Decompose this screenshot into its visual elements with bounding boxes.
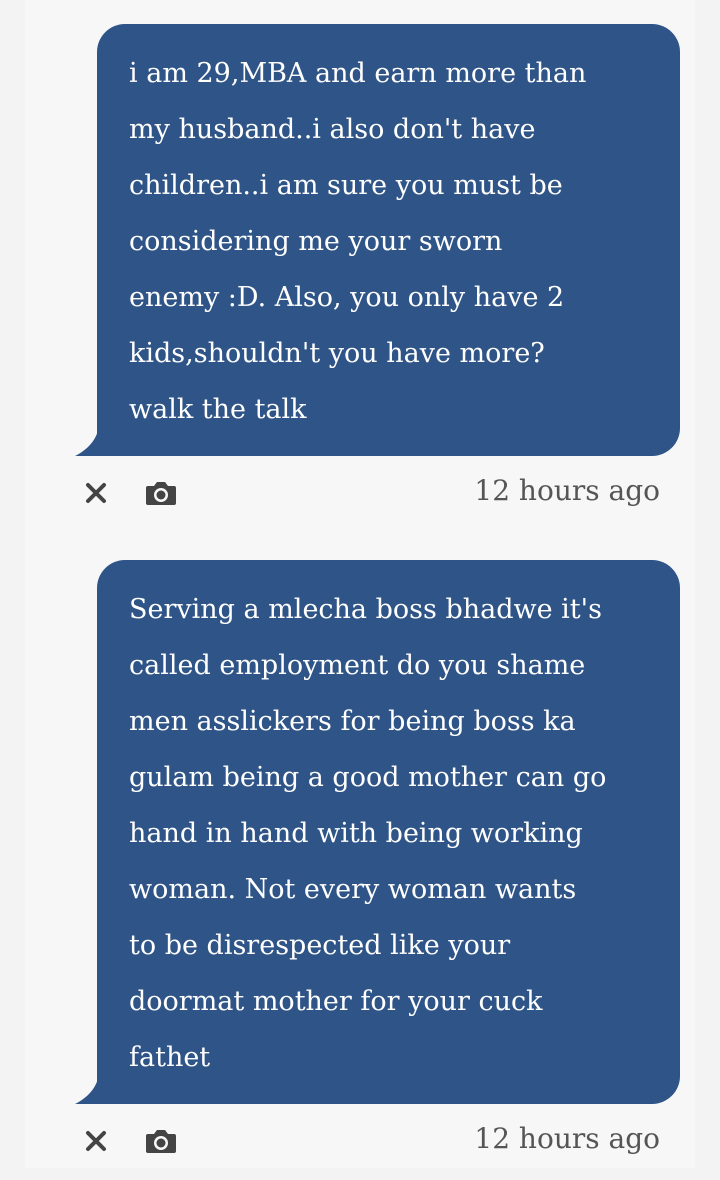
message-text: Serving a mlecha boss bhadwe it's called…	[129, 594, 607, 1073]
close-icon[interactable]	[81, 1126, 111, 1156]
message-timestamp: 12 hours ago	[474, 1122, 660, 1155]
message-feed: i am 29,MBA and earn more than my husban…	[25, 0, 695, 1168]
message-bubble: i am 29,MBA and earn more than my husban…	[75, 24, 680, 456]
message-bubble: Serving a mlecha boss bhadwe it's called…	[75, 560, 680, 1104]
message-text: i am 29,MBA and earn more than my husban…	[129, 58, 587, 425]
bubble-tail	[75, 1074, 99, 1104]
camera-icon[interactable]	[141, 1124, 181, 1158]
camera-icon[interactable]	[141, 476, 181, 510]
message-timestamp: 12 hours ago	[474, 474, 660, 507]
message-item: i am 29,MBA and earn more than my husban…	[75, 24, 680, 532]
close-icon[interactable]	[81, 478, 111, 508]
message-item: Serving a mlecha boss bhadwe it's called…	[75, 560, 680, 1180]
bubble-tail	[75, 426, 99, 456]
message-meta: 12 hours ago	[75, 1104, 680, 1180]
message-meta: 12 hours ago	[75, 456, 680, 532]
